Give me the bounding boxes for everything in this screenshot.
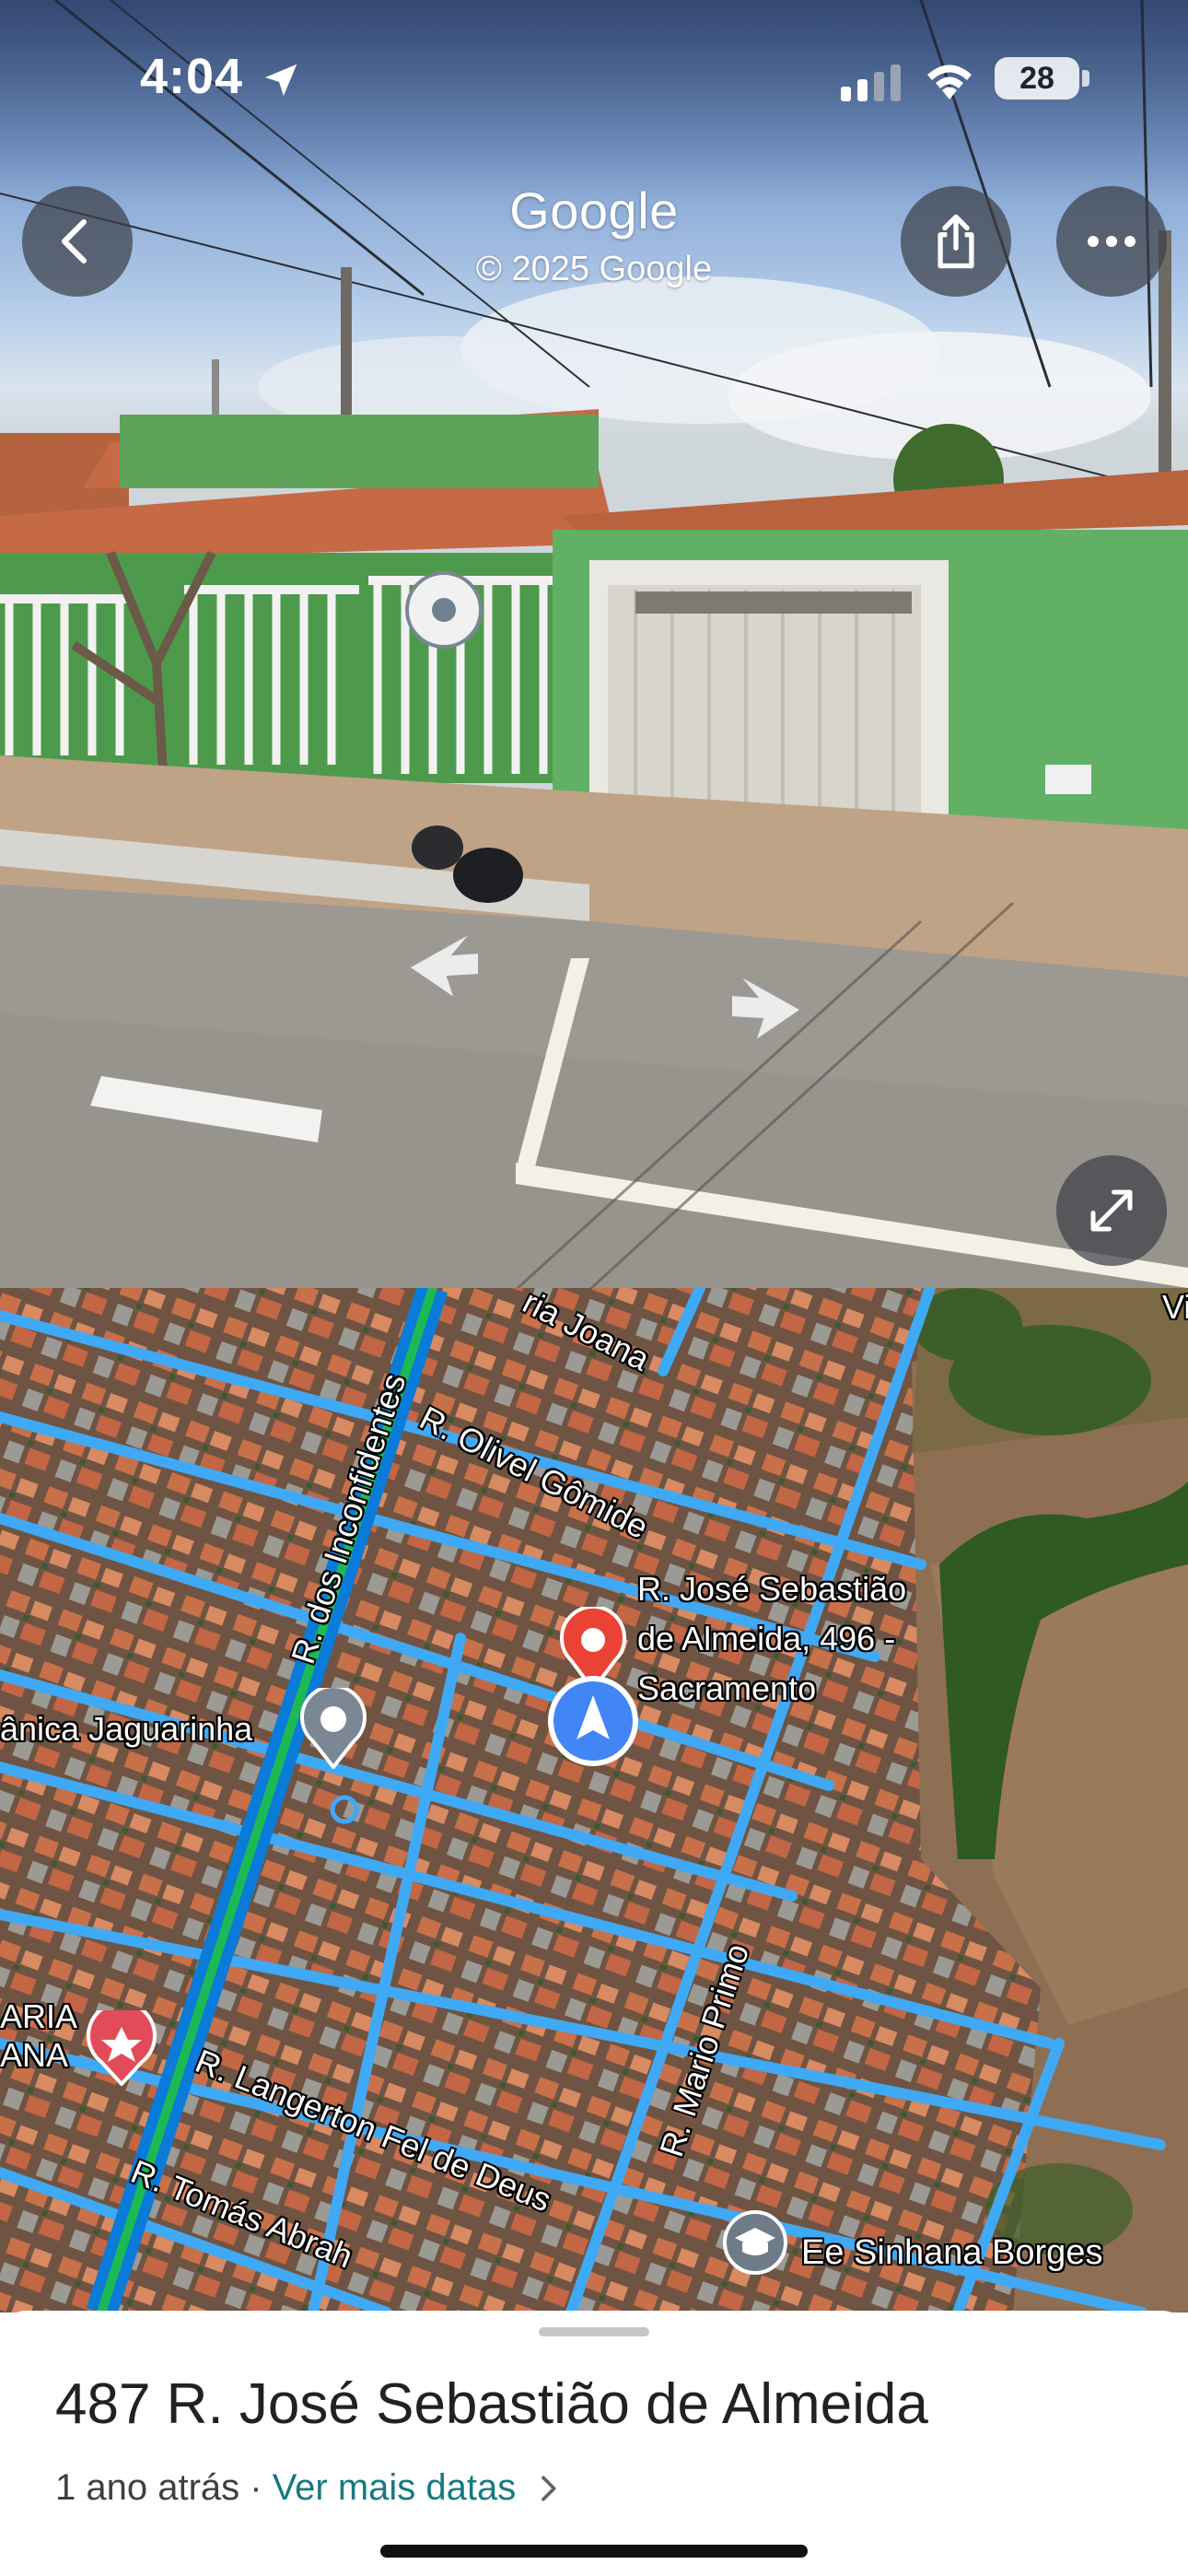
poi-label[interactable]: ânica Jaguarinha — [0, 1710, 252, 1749]
wifi-icon — [927, 64, 972, 100]
expand-button[interactable] — [1056, 1155, 1167, 1266]
marker-dot-icon — [432, 598, 456, 622]
address-title: 487 R. José Sebastião de Almeida — [55, 2372, 928, 2436]
chevron-right-icon[interactable] — [538, 2475, 558, 2502]
pin-label-line: R. José Sebastião — [637, 1570, 907, 1608]
nav-arrow-left-icon[interactable] — [400, 925, 483, 1002]
map-imagery — [0, 1288, 1188, 2313]
status-time: 4:04 — [140, 49, 244, 104]
separator: · — [239, 2467, 273, 2508]
sheet-grabber[interactable] — [539, 2327, 649, 2336]
satellite-map[interactable]: R. dos Inconfidentes R. Olivel Gômide ri… — [0, 1288, 1188, 2313]
expand-icon — [1090, 1189, 1133, 1232]
pin-label-line: Sacramento — [637, 1669, 817, 1707]
date-row: 1 ano atrás · Ver mais datas — [55, 2467, 558, 2509]
poi-label[interactable]: ANA — [0, 2036, 68, 2075]
poi-label[interactable]: ARIA — [0, 1997, 77, 2036]
app-screen: 4:04 28 Google © 2025 Google R. dos Inco… — [0, 0, 1188, 2576]
share-button[interactable] — [901, 186, 1011, 297]
more-options-button[interactable] — [1056, 186, 1167, 297]
share-icon — [938, 214, 974, 269]
copyright-text: © 2025 Google — [475, 250, 713, 288]
poi-red-pin-icon[interactable] — [87, 2010, 157, 2086]
more-dates-link[interactable]: Ver mais datas — [273, 2467, 517, 2509]
street-view-location-marker[interactable] — [405, 571, 483, 649]
street-view-panel[interactable]: 4:04 28 Google © 2025 Google — [0, 0, 1188, 1288]
more-horizontal-icon — [1088, 236, 1136, 247]
home-indicator[interactable] — [380, 2545, 808, 2558]
pin-label-line: de Almeida, 496 - — [637, 1620, 896, 1657]
nav-arrow-right-icon[interactable] — [728, 967, 810, 1045]
current-view-direction-icon[interactable] — [547, 1675, 639, 1767]
school-icon[interactable] — [722, 2209, 788, 2276]
bottom-sheet[interactable]: 487 R. José Sebastião de Almeida 1 ano a… — [0, 2311, 1188, 2576]
poi-gray-pin-icon[interactable] — [300, 1688, 367, 1769]
battery-level: 28 — [995, 57, 1079, 100]
location-arrow-icon — [264, 64, 297, 97]
battery-tip — [1082, 70, 1089, 87]
time-ago: 1 ano atrás — [55, 2467, 240, 2508]
poi-label: Vi — [1162, 1288, 1188, 1326]
poi-label[interactable]: Ee Sinhana Borges — [801, 2233, 1102, 2273]
cellular-signal-icon — [841, 64, 901, 101]
status-bar: 4:04 28 — [0, 0, 1188, 157]
